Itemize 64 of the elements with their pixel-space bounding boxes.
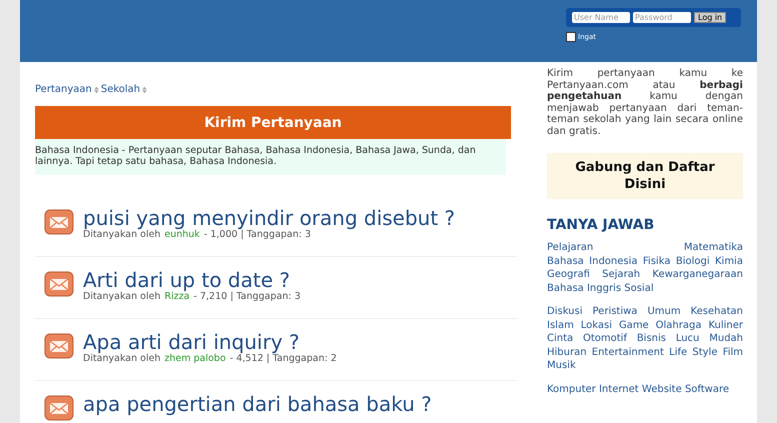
envelope-icon — [44, 270, 74, 298]
topic-link[interactable]: Entertainment — [592, 346, 664, 358]
topic-link[interactable]: Bisnis — [636, 333, 666, 344]
topic-link[interactable]: Kuliner — [708, 320, 743, 330]
envelope-icon — [44, 208, 74, 236]
asked-by-text: Ditanyakan oleh — [83, 353, 160, 364]
topic-link[interactable]: Biologi — [676, 256, 710, 266]
topic-link[interactable]: Bahasa Indonesia — [547, 256, 638, 266]
topic-link[interactable]: Bahasa Inggris — [547, 282, 622, 294]
topic-link[interactable]: Fisika — [642, 256, 670, 266]
topic-link[interactable]: Film — [722, 346, 744, 358]
topic-link[interactable]: Cinta — [547, 333, 574, 344]
topic-link[interactable]: Kimia — [714, 256, 743, 266]
topic-link[interactable]: Lucu — [676, 333, 700, 344]
user-link[interactable]: Rizza — [164, 291, 190, 302]
question-stats: - 4,512 | Tanggapan: 2 — [230, 353, 337, 364]
topic-link[interactable]: Umum — [647, 306, 681, 317]
asked-by-text: Ditanyakan oleh — [83, 291, 160, 302]
topic-link[interactable]: Sejarah — [602, 269, 640, 280]
username-field[interactable]: User Name — [572, 12, 630, 23]
topic-link[interactable]: Geografi — [547, 269, 590, 280]
question-title-link[interactable]: apa pengertian dari bahasa baku ? — [83, 393, 432, 415]
question-stats: - 1,000 | Tanggapan: 3 — [204, 229, 311, 240]
topic-link[interactable]: Diskusi — [547, 306, 582, 317]
topic-link[interactable]: Life Style — [669, 346, 718, 358]
topic-link[interactable]: Matematika — [684, 242, 743, 253]
topic-link[interactable]: Game — [618, 320, 649, 330]
ask-question-button[interactable]: Kirim Pertanyaan — [35, 106, 511, 139]
topic-link[interactable]: Internet — [598, 384, 639, 394]
breadcrumb-link[interactable]: Pertanyaan — [35, 84, 92, 95]
topic-link[interactable]: Hiburan — [547, 346, 587, 358]
topic-link[interactable]: Otomotif — [582, 333, 627, 344]
topic-link[interactable]: Pelajaran — [547, 242, 594, 253]
envelope-icon — [44, 332, 74, 360]
topic-link[interactable]: Olahraga — [656, 320, 702, 330]
user-link[interactable]: zhem palobo — [164, 353, 226, 364]
asked-by-text: Ditanyakan oleh — [83, 229, 160, 240]
topic-link[interactable]: Kewarganegaraan — [652, 269, 743, 280]
login-button[interactable]: Log in — [694, 12, 726, 23]
breadcrumb-link[interactable]: Sekolah — [100, 84, 140, 95]
remember-checkbox[interactable] — [566, 32, 576, 42]
password-field[interactable]: Password — [633, 12, 691, 23]
topic-link[interactable]: Mudah — [709, 333, 744, 344]
question-title-link[interactable]: puisi yang menyindir orang disebut ? — [83, 207, 456, 229]
question-title-link[interactable]: Apa arti dari inquiry ? — [83, 331, 337, 353]
topic-link[interactable]: Peristiwa — [592, 306, 638, 317]
question-title-link[interactable]: Arti dari up to date ? — [83, 269, 301, 291]
topic-link[interactable]: Software — [684, 384, 730, 394]
topic-link[interactable]: Islam — [547, 320, 574, 330]
sort-arrows-icon — [94, 86, 99, 94]
intro-paragraph: Kirim pertanyaan kamu ke Pertanyaan.com atau berbagi pengetahuan kamu dengan menjawab pertanyaan dari teman-teman sekolah yang lain secara online dan gratis. — [547, 68, 743, 137]
topic-link[interactable]: Kesehatan — [690, 306, 744, 317]
topic-link[interactable]: Website — [642, 384, 682, 394]
topic-link[interactable]: Lokasi — [580, 320, 612, 330]
user-link[interactable]: eunhuk — [164, 229, 200, 240]
question-stats: - 7,210 | Tanggapan: 3 — [194, 291, 301, 302]
join-button[interactable]: Gabung dan Daftar Disini — [547, 153, 743, 199]
section-heading: TANYA JAWAB — [547, 217, 656, 233]
topic-link[interactable]: Komputer — [547, 384, 596, 394]
sort-arrows-icon — [142, 86, 148, 94]
envelope-icon — [44, 394, 74, 422]
topic-link[interactable]: Musik — [547, 360, 576, 371]
category-description: Bahasa Indonesia - Pertanyaan seputar Bahasa, Bahasa Indonesia, Bahasa Jawa, Sunda, dan lainnya. Tapi tetap satu bahasa, Bahasa Indonesia. — [35, 139, 506, 175]
topic-link[interactable]: Sosial — [624, 282, 654, 294]
